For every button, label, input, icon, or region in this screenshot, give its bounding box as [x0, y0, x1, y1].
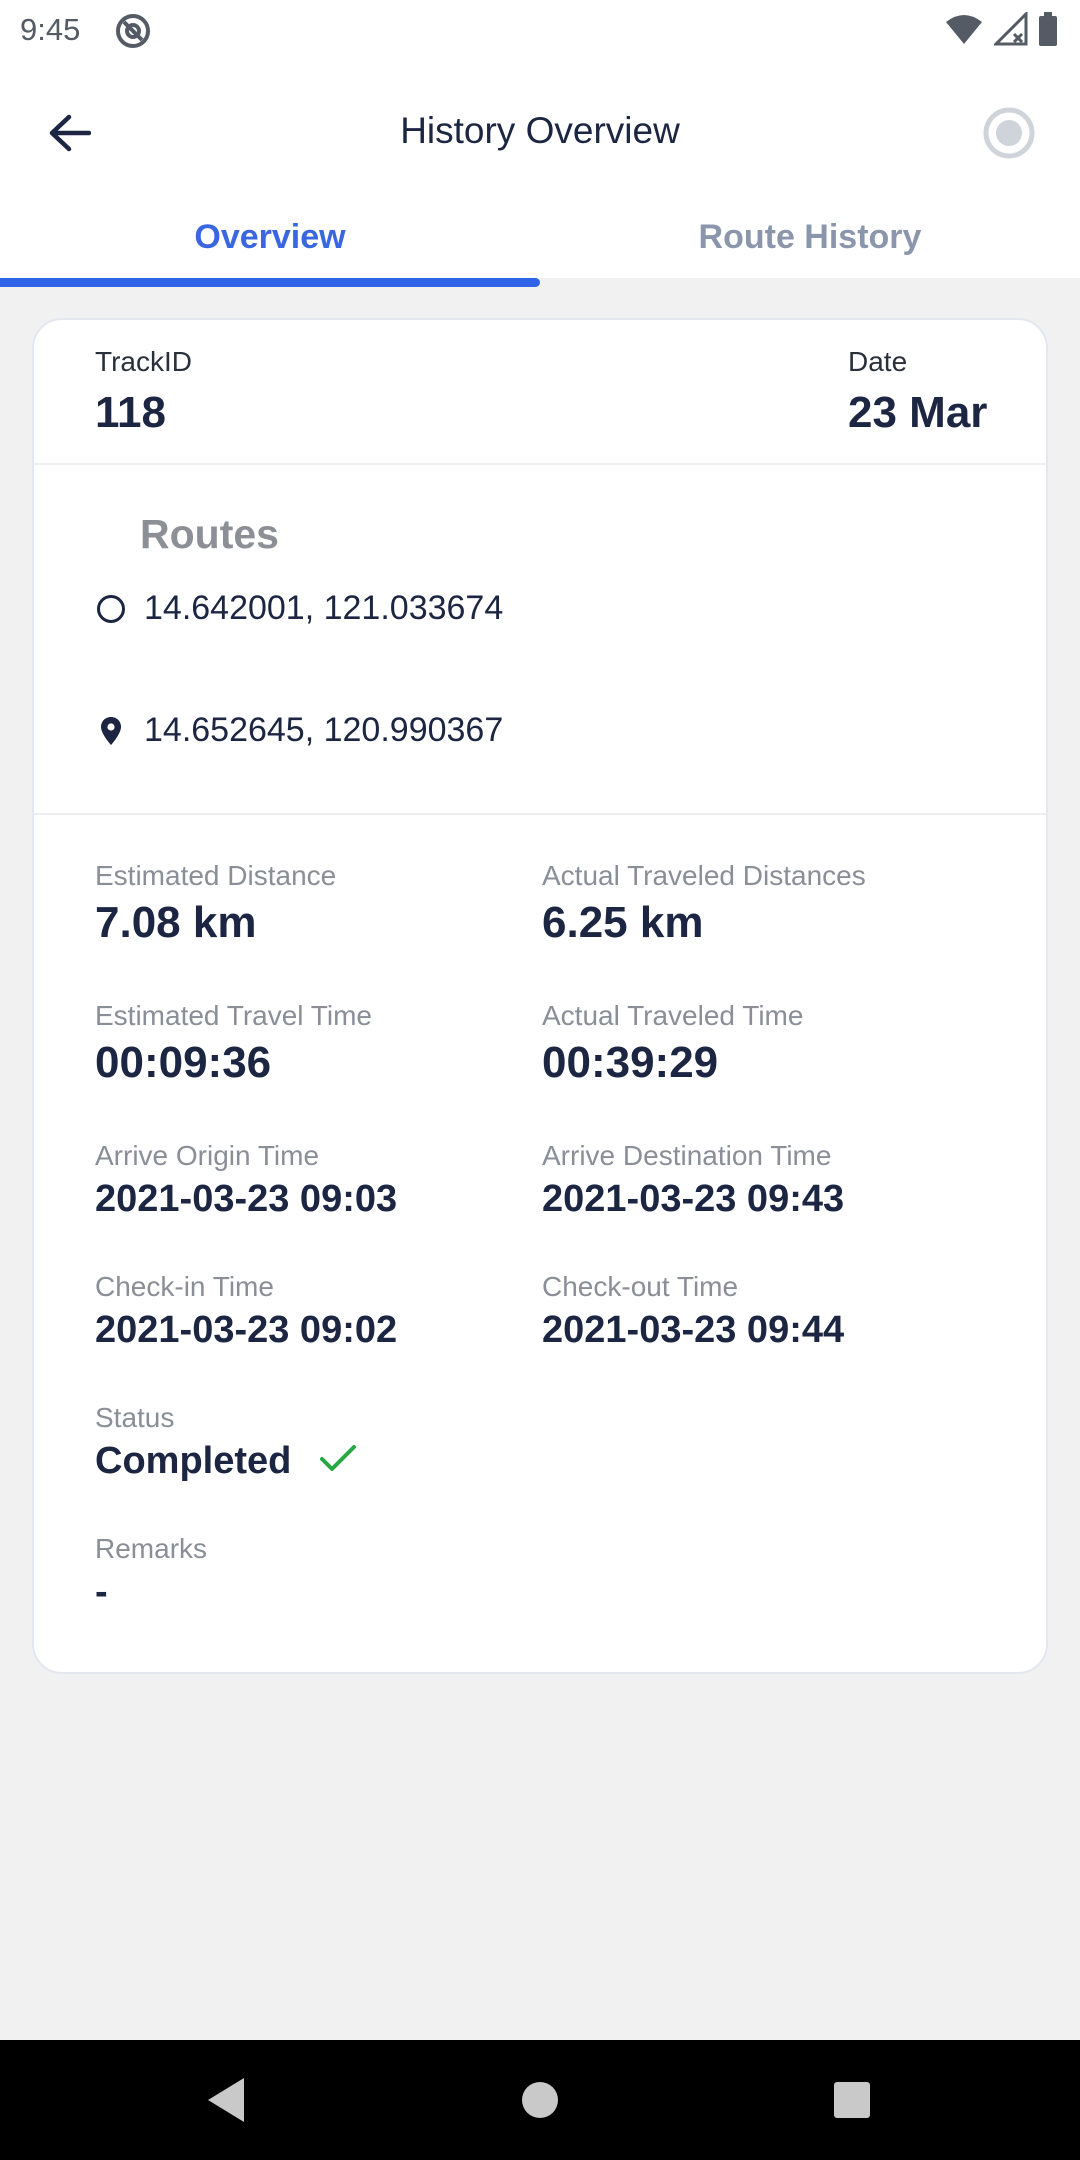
- status-bar: 9:45: [0, 0, 1080, 60]
- estimated-time: Estimated Travel Time 00:09:36: [95, 1000, 372, 1088]
- checkout-time: Check-out Time 2021-03-23 09:44: [542, 1271, 844, 1352]
- arrive-destination-label: Arrive Destination Time: [542, 1140, 832, 1171]
- status-field: Status Completed: [95, 1402, 357, 1483]
- actual-time-value: 00:39:29: [542, 1038, 719, 1087]
- track-id-value: 118: [95, 388, 166, 437]
- page-title: History Overview: [400, 110, 680, 151]
- active-tab-indicator: [0, 278, 540, 287]
- track-id-label: TrackID: [95, 346, 192, 377]
- checkout-label: Check-out Time: [542, 1271, 739, 1302]
- route-origin: 14.642001, 121.033674: [94, 589, 503, 628]
- arrive-origin-time: Arrive Origin Time 2021-03-23 09:03: [95, 1140, 397, 1221]
- app-notification-icon: [116, 14, 150, 48]
- destination-coordinates: 14.652645, 120.990367: [144, 711, 504, 749]
- actual-time: Actual Traveled Time 00:39:29: [542, 1000, 803, 1088]
- arrive-origin-label: Arrive Origin Time: [95, 1140, 320, 1171]
- remarks-value: -: [95, 1571, 108, 1613]
- remarks-field: Remarks -: [95, 1533, 207, 1614]
- status-value: Completed: [95, 1440, 292, 1482]
- actual-distance-value: 6.25 km: [542, 898, 704, 947]
- checkin-label: Check-in Time: [95, 1271, 274, 1302]
- battery-icon: [1039, 12, 1057, 46]
- arrive-destination-value: 2021-03-23 09:43: [542, 1178, 845, 1220]
- check-icon: [320, 1444, 357, 1471]
- checkin-time: Check-in Time 2021-03-23 09:02: [95, 1271, 397, 1352]
- route-destination: 14.652645, 120.990367: [94, 711, 503, 750]
- tab-route-history[interactable]: Route History: [540, 202, 1080, 278]
- date-label: Date: [848, 346, 908, 377]
- nav-home-icon[interactable]: [510, 2070, 570, 2130]
- app-bar: History Overview: [0, 60, 1080, 202]
- tab-bar: Overview Route History: [0, 202, 1080, 278]
- origin-coordinates: 14.642001, 121.033674: [144, 589, 504, 627]
- status-value-row: Completed: [95, 1434, 357, 1483]
- routes-section: Routes 14.642001, 121.033674 14.652645, …: [34, 465, 1046, 815]
- actual-time-label: Actual Traveled Time: [542, 1000, 804, 1031]
- checkin-value: 2021-03-23 09:02: [95, 1309, 398, 1351]
- routes-title: Routes: [140, 511, 279, 557]
- actual-distance: Actual Traveled Distances 6.25 km: [542, 860, 866, 948]
- estimated-time-label: Estimated Travel Time: [95, 1000, 372, 1031]
- history-card: TrackID 118 Date 23 Mar Routes 14.642001…: [32, 318, 1048, 1674]
- estimated-time-value: 00:09:36: [95, 1038, 272, 1087]
- date-value: 23 Mar: [848, 388, 988, 437]
- remarks-label: Remarks: [95, 1533, 208, 1564]
- wifi-icon: [946, 15, 982, 44]
- arrive-destination-time: Arrive Destination Time 2021-03-23 09:43: [542, 1140, 844, 1221]
- estimated-distance-value: 7.08 km: [95, 898, 257, 947]
- signal-icon: [994, 12, 1028, 46]
- actual-distance-label: Actual Traveled Distances: [542, 860, 866, 891]
- estimated-distance-label: Estimated Distance: [95, 860, 337, 891]
- record-icon[interactable]: [978, 102, 1040, 164]
- tab-overview[interactable]: Overview: [0, 202, 540, 278]
- origin-circle-icon: [97, 594, 125, 623]
- system-nav-bar: [0, 2040, 1080, 2160]
- checkout-value: 2021-03-23 09:44: [542, 1309, 845, 1351]
- estimated-distance: Estimated Distance 7.08 km: [95, 860, 336, 948]
- arrive-origin-value: 2021-03-23 09:03: [95, 1178, 398, 1220]
- card-header: TrackID 118 Date 23 Mar: [34, 320, 1046, 465]
- location-pin-icon: [101, 716, 121, 745]
- status-time: 9:45: [20, 12, 81, 47]
- status-label: Status: [95, 1402, 175, 1433]
- status-icons: [944, 12, 1058, 46]
- nav-back-icon[interactable]: [196, 2070, 256, 2130]
- nav-recents-icon[interactable]: [822, 2070, 882, 2130]
